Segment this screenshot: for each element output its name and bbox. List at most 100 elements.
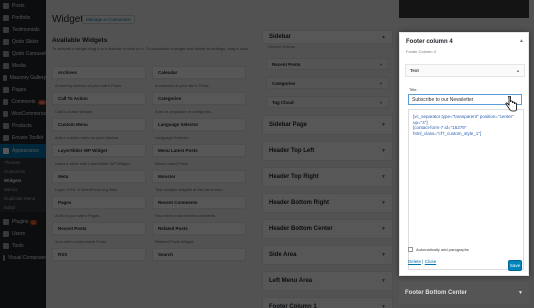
caret-down-icon[interactable]: ▼ bbox=[381, 174, 386, 180]
widget-item[interactable]: Meta bbox=[52, 170, 146, 183]
delete-link[interactable]: Delete bbox=[408, 259, 421, 264]
caret-down-icon[interactable]: ▼ bbox=[379, 62, 383, 67]
manage-in-customizer-button[interactable]: Manage in Customizer bbox=[82, 15, 136, 24]
caret-down-icon[interactable]: ▼ bbox=[379, 81, 383, 86]
widget-item[interactable]: Calendar bbox=[152, 66, 246, 79]
hand-cursor-icon bbox=[505, 96, 517, 112]
sidebar-item[interactable]: Portfolio bbox=[0, 12, 46, 24]
widget-item[interactable]: LayerSlider WP Widget bbox=[52, 144, 146, 157]
widget-item[interactable]: Call To Action bbox=[52, 92, 146, 105]
sidebar-subitem[interactable]: Editor bbox=[0, 203, 46, 212]
caret-down-icon[interactable]: ▼ bbox=[379, 100, 383, 105]
area-footer-bottom-center[interactable]: Footer Bottom Center ▼ bbox=[399, 282, 529, 304]
caret-down-icon[interactable]: ▼ bbox=[381, 200, 386, 206]
sidebar-item[interactable]: Masonry Gallery bbox=[0, 72, 46, 84]
autop-checkbox-row[interactable]: Automatically add paragraphs bbox=[408, 247, 469, 252]
sidebar-widget[interactable]: Categories ▼ bbox=[266, 77, 389, 89]
area-subtitle: Default Sidebar bbox=[268, 44, 296, 49]
sidebar-item-label: Posts bbox=[12, 3, 25, 9]
widget-description: Menu Latest Posts bbox=[155, 161, 189, 166]
widget-areas: Sidebar ▲ Default Sidebar Recent Posts ▼ C… bbox=[262, 30, 393, 308]
save-button[interactable]: Save bbox=[508, 260, 522, 271]
sidebar-item-appearance[interactable]: Appearance bbox=[0, 144, 46, 158]
widget-description: Call to Action Widget bbox=[55, 109, 92, 114]
widget-item[interactable]: Language Selector bbox=[152, 118, 246, 131]
widget-area[interactable]: Header Top Left ▼ bbox=[262, 141, 393, 161]
widget-area[interactable]: Footer Column 1 ▼ bbox=[262, 297, 393, 308]
widget-area[interactable]: Side Area ▼ bbox=[262, 245, 393, 265]
widget-area[interactable]: Sidebar Page ▼ bbox=[262, 115, 393, 135]
sidebar-item[interactable]: Pages bbox=[0, 84, 46, 96]
sidebar-item-label: Envato Toolkit bbox=[12, 135, 44, 141]
sidebar-subitem[interactable]: Menus bbox=[0, 185, 46, 194]
caret-down-icon[interactable]: ▼ bbox=[381, 226, 386, 232]
widget-item[interactable]: Categories bbox=[152, 92, 246, 105]
menu-icon bbox=[3, 63, 9, 69]
sidebar-item-label: Visual Composer bbox=[8, 255, 46, 261]
widget-column-2: Calendar A calendar of your site's Posts.… bbox=[152, 66, 246, 274]
sidebar-item[interactable]: Posts bbox=[0, 0, 46, 12]
menu-icon bbox=[3, 3, 9, 9]
sidebar-subitem[interactable]: Widgets bbox=[0, 176, 46, 185]
widget-area[interactable]: Left Menu Area ▼ bbox=[262, 271, 393, 291]
caret-down-icon[interactable]: ▼ bbox=[381, 148, 386, 154]
area-title: Sidebar Page bbox=[269, 122, 308, 128]
sidebar-item[interactable]: Users bbox=[0, 228, 46, 240]
sidebar-item[interactable]: Products bbox=[0, 120, 46, 132]
area-sidebar[interactable]: Sidebar ▲ bbox=[262, 30, 393, 44]
widget-item[interactable]: Menu Latest Posts bbox=[152, 144, 246, 157]
area-list: Sidebar Page ▼ Header Top Left ▼ Header Top … bbox=[262, 115, 393, 308]
area-title: Footer Column 1 bbox=[269, 304, 317, 308]
autop-checkbox[interactable] bbox=[408, 247, 413, 252]
menu-icon bbox=[3, 99, 9, 105]
sidebar-item[interactable]: Qode Carousel bbox=[0, 48, 46, 60]
sidebar-subitem[interactable]: Themes bbox=[0, 158, 46, 167]
sidebar-item[interactable]: Visual Composer bbox=[0, 252, 46, 264]
panel-top-strip bbox=[399, 0, 529, 18]
sidebar-item[interactable]: Plugins 1 bbox=[0, 216, 46, 228]
caret-up-icon[interactable]: ▲ bbox=[516, 68, 520, 73]
panel-subtitle: Footer Column 4 bbox=[406, 49, 436, 54]
collapse-icon[interactable]: ▲ bbox=[519, 38, 524, 44]
sidebar-item[interactable]: Testimonials bbox=[0, 24, 46, 36]
widget-item[interactable]: Search bbox=[152, 248, 246, 261]
caret-down-icon[interactable]: ▼ bbox=[518, 290, 523, 296]
widget-item[interactable]: Monster bbox=[152, 170, 246, 183]
sidebar-item-label: Pages bbox=[12, 87, 27, 93]
sidebar-widget[interactable]: Tag Cloud ▼ bbox=[266, 96, 389, 108]
sidebar-widget[interactable]: Recent Posts ▼ bbox=[266, 58, 389, 70]
sidebar-item[interactable]: Comments 99 bbox=[0, 96, 46, 108]
widget-area[interactable]: Header Bottom Center ▼ bbox=[262, 219, 393, 239]
widget-area[interactable]: Header Bottom Right ▼ bbox=[262, 193, 393, 213]
sidebar-item[interactable]: Envato Toolkit bbox=[0, 132, 46, 144]
widget-item[interactable]: Custom Menu bbox=[52, 118, 146, 131]
sidebar-item-label: Portfolio bbox=[12, 15, 31, 21]
sidebar-item-label: Qode Carousel bbox=[12, 51, 46, 57]
widget-item[interactable]: Related Posts bbox=[152, 222, 246, 235]
caret-down-icon[interactable]: ▼ bbox=[381, 122, 386, 128]
close-link[interactable]: Close bbox=[425, 259, 437, 264]
area-title: Header Bottom Right bbox=[269, 200, 329, 206]
widget-item[interactable]: RSS bbox=[52, 248, 146, 261]
caret-up-icon[interactable]: ▲ bbox=[381, 34, 386, 40]
sidebar-item-label: Users bbox=[12, 231, 26, 237]
caret-down-icon[interactable]: ▼ bbox=[381, 304, 386, 308]
sidebar-item[interactable]: Qode Slider bbox=[0, 36, 46, 48]
widget-item[interactable]: Pages bbox=[52, 196, 146, 209]
caret-down-icon[interactable]: ▼ bbox=[381, 278, 386, 284]
widget-area[interactable]: Header Top Right ▼ bbox=[262, 167, 393, 187]
sidebar-subitem[interactable]: Customize bbox=[0, 167, 46, 176]
widget-item[interactable]: Recent Comments bbox=[152, 196, 246, 209]
text-widget-header[interactable]: Text ▲ bbox=[405, 64, 525, 77]
sidebar-item[interactable]: Tools bbox=[0, 240, 46, 252]
area-title: Side Area bbox=[269, 252, 297, 258]
sidebar-subitem[interactable]: Duplicate Menu bbox=[0, 194, 46, 203]
widget-item[interactable]: Recent Posts bbox=[52, 222, 146, 235]
content-textarea[interactable]: [vc_separator type="transparent" positio… bbox=[408, 109, 524, 270]
sidebar-item[interactable]: WooCommerce bbox=[0, 108, 46, 120]
area-title: Footer Bottom Center bbox=[405, 290, 467, 296]
sidebar-item[interactable]: Media bbox=[0, 60, 46, 72]
menu-icon bbox=[3, 123, 9, 129]
widget-item[interactable]: Archives bbox=[52, 66, 146, 79]
caret-down-icon[interactable]: ▼ bbox=[381, 252, 386, 258]
